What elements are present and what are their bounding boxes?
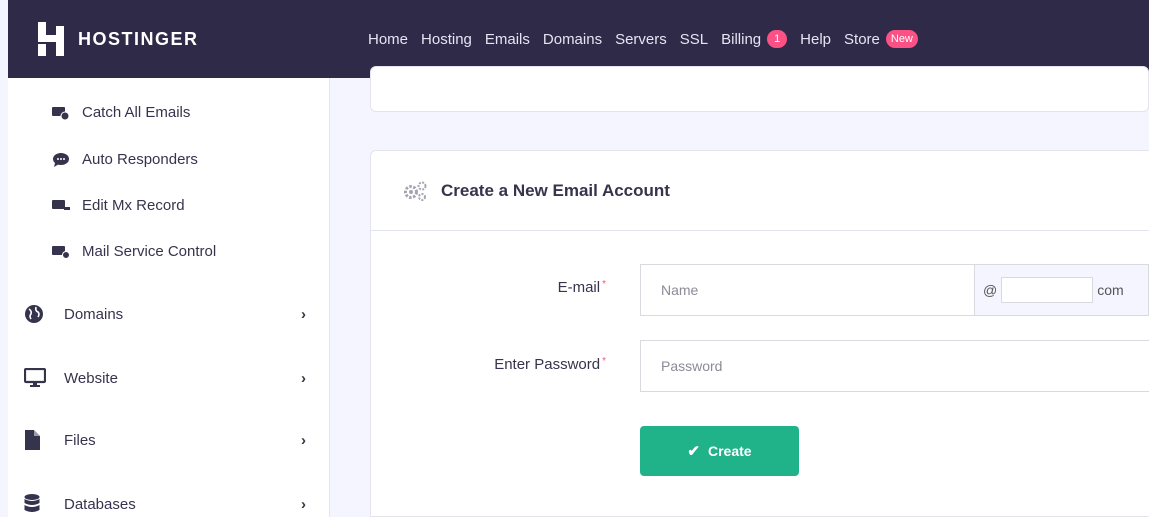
main-nav: Home Hosting Emails Domains Servers SSL … — [368, 30, 931, 48]
email-label-text: E-mail — [557, 279, 601, 296]
email-name-input[interactable] — [661, 282, 961, 298]
cogs-icon — [403, 181, 429, 201]
password-label: Enter Password * — [440, 356, 606, 373]
nav-label: SSL — [679, 30, 709, 48]
nav-label: Store — [844, 30, 880, 48]
nav-label: Hosting — [421, 30, 472, 48]
password-label-text: Enter Password — [494, 356, 601, 373]
auto-responder-icon — [52, 152, 70, 167]
nav-label: Emails — [484, 30, 530, 48]
chevron-right-icon: › — [301, 305, 306, 323]
password-input[interactable] — [661, 358, 1121, 374]
sidebar-item-mail-service-control[interactable]: Mail Service Control — [52, 243, 216, 260]
nav-help[interactable]: Help — [800, 31, 831, 48]
globe-icon — [24, 304, 46, 324]
sidebar-item-label: Files — [64, 431, 96, 449]
sidebar: Catch All Emails Auto Responders Edit Mx… — [8, 78, 330, 517]
mail-service-icon — [52, 245, 70, 259]
monitor-icon — [23, 367, 47, 388]
nav-hosting[interactable]: Hosting — [421, 31, 472, 48]
nav-servers[interactable]: Servers — [615, 31, 667, 48]
mx-record-icon — [52, 199, 70, 213]
sidebar-item-label: Edit Mx Record — [82, 197, 185, 214]
nav-label: Help — [800, 30, 832, 48]
nav-ssl[interactable]: SSL — [680, 31, 708, 48]
previous-card — [370, 66, 1149, 112]
sidebar-item-files[interactable]: Files › — [24, 430, 314, 450]
email-label: E-mail * — [480, 279, 606, 296]
sidebar-item-catch-all-emails[interactable]: Catch All Emails — [52, 104, 190, 121]
email-domain-group: @ com — [974, 264, 1149, 316]
create-button-label: Create — [707, 443, 752, 459]
sidebar-item-auto-responders[interactable]: Auto Responders — [52, 151, 198, 168]
file-icon — [24, 430, 46, 450]
nav-label: Home — [368, 30, 409, 48]
card-header: Create a New Email Account — [371, 151, 1149, 231]
nav-home[interactable]: Home — [368, 31, 408, 48]
nav-billing[interactable]: Billing 1 — [721, 30, 788, 48]
sidebar-item-domains[interactable]: Domains › — [24, 304, 314, 324]
sidebar-item-label: Website — [64, 369, 118, 387]
check-icon: ✔ — [687, 443, 700, 460]
nav-store[interactable]: Store New — [844, 30, 918, 48]
chevron-right-icon: › — [301, 431, 306, 449]
sidebar-item-databases[interactable]: Databases › — [24, 494, 314, 514]
hostinger-logo-icon — [38, 22, 64, 56]
nav-label: Billing — [721, 30, 762, 48]
sidebar-item-label: Databases — [64, 495, 136, 513]
required-mark: * — [602, 356, 606, 367]
database-icon — [24, 494, 46, 514]
nav-emails[interactable]: Emails — [485, 31, 530, 48]
password-field[interactable] — [640, 340, 1149, 392]
nav-label: Servers — [615, 30, 667, 48]
at-sign: @ — [983, 282, 998, 298]
catch-all-email-icon — [52, 106, 70, 120]
chevron-right-icon: › — [301, 495, 306, 513]
sidebar-item-edit-mx-record[interactable]: Edit Mx Record — [52, 197, 185, 214]
card-title: Create a New Email Account — [441, 180, 670, 200]
chevron-right-icon: › — [301, 369, 306, 387]
required-mark: * — [602, 279, 606, 290]
sidebar-item-label: Mail Service Control — [82, 243, 217, 260]
email-name-field[interactable] — [640, 264, 975, 316]
nav-domains[interactable]: Domains — [543, 31, 602, 48]
brand-logo[interactable]: HOSTINGER — [38, 22, 368, 56]
domain-suffix: com — [1097, 282, 1124, 298]
brand-name: HOSTINGER — [78, 28, 199, 49]
sidebar-item-label: Catch All Emails — [82, 104, 191, 121]
sidebar-item-website[interactable]: Website › — [23, 367, 314, 388]
sidebar-item-label: Auto Responders — [82, 151, 198, 168]
nav-label: Domains — [542, 30, 603, 48]
create-button[interactable]: ✔ Create — [640, 426, 799, 476]
store-new-badge: New — [885, 30, 918, 48]
billing-badge: 1 — [767, 30, 788, 48]
sidebar-item-label: Domains — [64, 305, 124, 323]
domain-select[interactable] — [1001, 277, 1094, 303]
